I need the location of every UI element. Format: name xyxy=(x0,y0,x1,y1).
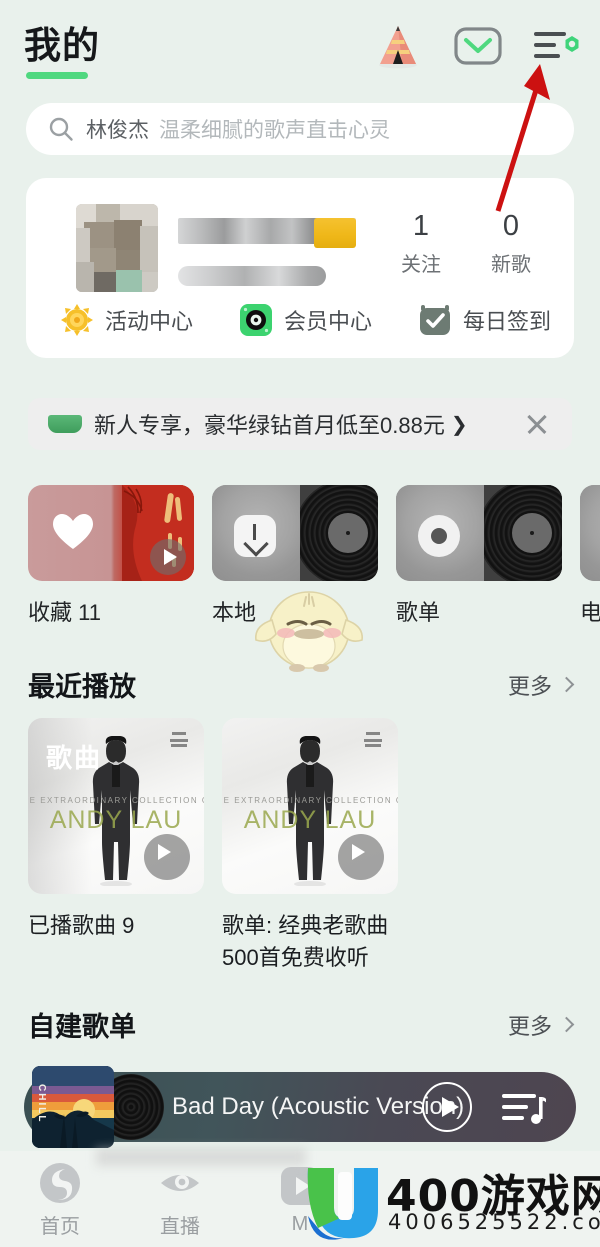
chevron-right-icon xyxy=(558,676,575,693)
more-link-recent[interactable]: 更多 xyxy=(507,669,575,701)
quick-card-radio[interactable]: 电台 xyxy=(580,485,600,630)
watermark: 400游戏网 4006525522.com xyxy=(300,1158,600,1246)
phone-screen: 我的 林俊杰 温柔细腻的歌声直击心灵 1 关注 0 新歌 活动中心 会员中心 每… xyxy=(0,0,600,1247)
vinyl-green-icon xyxy=(239,303,273,337)
art-left-pane xyxy=(396,485,484,581)
play-button[interactable] xyxy=(150,539,186,575)
art-right-pane xyxy=(300,485,378,581)
recent-card-label: 已播歌曲 9 xyxy=(28,913,135,938)
promo-chevron: ❯ xyxy=(450,413,468,436)
profile-subtitle xyxy=(178,266,326,286)
stat-follow-label: 关注 xyxy=(401,254,441,276)
profile-stats: 1 关注 0 新歌 xyxy=(390,206,542,277)
stat-newsong-label: 新歌 xyxy=(491,254,531,276)
quick-action-vip-label: 会员中心 xyxy=(284,309,373,334)
heart-icon xyxy=(53,514,93,549)
playlist-cd-art xyxy=(396,485,562,581)
album-artist-text: ANDY LAU xyxy=(49,806,183,834)
quick-card-favorite-label: 收藏 11 xyxy=(28,600,101,625)
nav-label-live: 直播 xyxy=(160,1215,200,1238)
play-button[interactable] xyxy=(144,834,190,880)
album-artist-text: ANDY LAU xyxy=(243,806,377,834)
check-calendar-icon xyxy=(418,303,452,337)
album-subtitle: THE EXTRAORDINARY COLLECTION OF xyxy=(222,796,398,805)
album-overlay-label: 歌曲 xyxy=(46,743,103,773)
search-placeholder: 温柔细腻的歌声直击心灵 xyxy=(159,119,390,142)
quick-card-playlist[interactable]: 歌单 xyxy=(396,485,562,630)
stat-follow-num: 1 xyxy=(412,210,430,242)
album-art: THE EXTRAORDINARY COLLECTION OF ANDY LAU xyxy=(222,718,398,894)
avatar[interactable] xyxy=(76,204,158,292)
recent-card[interactable]: THE EXTRAORDINARY COLLECTION OF ANDY LAU… xyxy=(28,718,204,974)
chick-mascot-sticker xyxy=(246,580,372,672)
vinyl-icon xyxy=(484,485,562,581)
local-download-art xyxy=(212,485,378,581)
search-icon xyxy=(49,117,73,141)
vinyl-icon xyxy=(300,485,378,581)
recent-card[interactable]: THE EXTRAORDINARY COLLECTION OF ANDY LAU… xyxy=(222,718,398,974)
green-diamond-icon xyxy=(48,415,82,433)
album-art: THE EXTRAORDINARY COLLECTION OF ANDY LAU… xyxy=(28,718,204,894)
home-note-icon xyxy=(37,1160,83,1206)
recent-play-list: THE EXTRAORDINARY COLLECTION OF ANDY LAU… xyxy=(28,718,398,974)
page-title-wrap: 我的 xyxy=(24,25,100,79)
quick-action-signin-label: 每日签到 xyxy=(463,309,552,334)
stat-newsong[interactable]: 0 新歌 xyxy=(480,206,542,277)
more-label-recent: 更多 xyxy=(507,673,552,699)
cd-icon xyxy=(418,515,460,557)
album-top-text xyxy=(168,728,190,749)
album-top-text xyxy=(362,728,384,749)
u-logo xyxy=(307,1168,378,1240)
quick-action-vip[interactable]: 会员中心 xyxy=(239,303,372,337)
recent-card-label: 歌单: 经典老歌曲500首免费收听 xyxy=(222,913,389,970)
nav-item-home[interactable]: 首页 xyxy=(0,1160,120,1239)
nav-item-live[interactable]: 直播 xyxy=(120,1160,240,1239)
live-eye-icon xyxy=(157,1160,203,1206)
more-link-mine[interactable]: 更多 xyxy=(507,1009,575,1041)
art-left-pane xyxy=(580,485,600,581)
section-title-recent: 最近播放 xyxy=(28,672,136,702)
quick-action-signin[interactable]: 每日签到 xyxy=(418,303,551,337)
quick-action-activity-label: 活动中心 xyxy=(105,309,194,334)
art-right-pane xyxy=(484,485,562,581)
radio-art xyxy=(580,485,600,581)
player-track-title: Bad Day (Acoustic Version) xyxy=(172,1093,465,1120)
favorite-heart-art xyxy=(28,485,194,581)
stat-follow[interactable]: 1 关注 xyxy=(390,206,452,277)
player-cover-art[interactable]: CHILL xyxy=(32,1066,114,1148)
quick-card-playlist-label: 歌单 xyxy=(396,600,441,625)
download-icon xyxy=(234,515,276,557)
vip-badge xyxy=(314,218,356,248)
page-title: 我的 xyxy=(24,25,100,66)
tent-icon[interactable] xyxy=(372,22,424,70)
watermark-sub-text: 4006525522.com xyxy=(388,1210,600,1234)
chevron-right-icon xyxy=(558,1016,575,1033)
quick-card-favorite[interactable]: 收藏 11 xyxy=(28,485,194,630)
search-keyword: 林俊杰 xyxy=(86,119,149,142)
album-subtitle: THE EXTRAORDINARY COLLECTION OF xyxy=(28,796,204,805)
more-label-mine: 更多 xyxy=(507,1013,552,1039)
watermark-blur xyxy=(96,1148,306,1166)
nav-label-home: 首页 xyxy=(40,1215,80,1238)
sun-coin-icon xyxy=(60,303,94,337)
play-button[interactable] xyxy=(338,834,384,880)
quick-card-radio-label: 电台 xyxy=(580,600,600,625)
section-title-mine: 自建歌单 xyxy=(28,1012,136,1042)
promo-banner[interactable]: 新人专享，豪华绿钻首月低至0.88元 ❯ xyxy=(28,398,572,450)
mini-player-bar[interactable]: CHILL Bad Day (Acoustic Version) xyxy=(24,1066,576,1148)
title-underline xyxy=(26,72,88,79)
cover-badge: CHILL xyxy=(36,1084,47,1124)
close-icon[interactable] xyxy=(522,409,552,439)
art-left-pane xyxy=(212,485,300,581)
promo-text: 新人专享，豪华绿钻首月低至0.88元 xyxy=(94,413,445,438)
play-circle-icon[interactable] xyxy=(422,1082,472,1132)
quick-action-activity[interactable]: 活动中心 xyxy=(60,303,193,337)
annotation-arrow xyxy=(495,64,550,212)
playlist-queue-icon[interactable] xyxy=(500,1087,546,1127)
section-header-mine: 自建歌单 更多 xyxy=(0,1005,600,1044)
profile-quick-actions: 活动中心 会员中心 每日签到 xyxy=(26,303,574,337)
